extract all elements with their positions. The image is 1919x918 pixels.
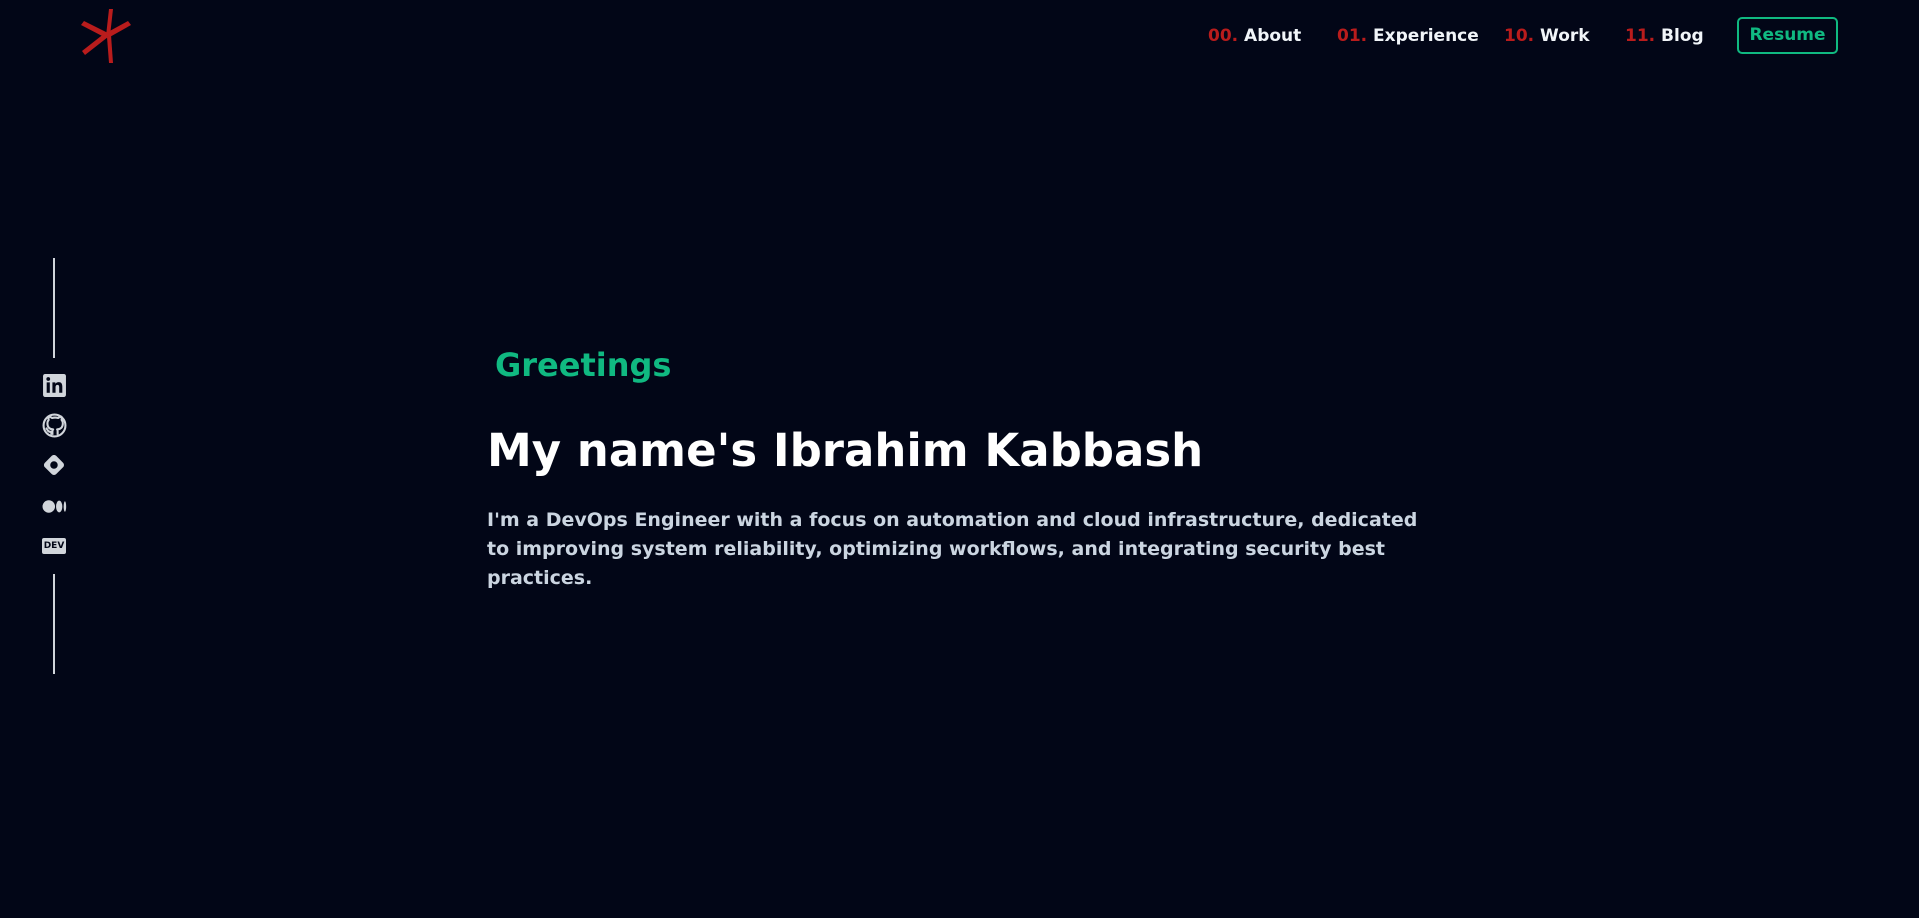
nav-number: 10. [1504,26,1535,46]
nav-item-experience[interactable]: 01. Experience [1337,26,1479,46]
asterisk-logo-icon[interactable] [79,7,133,63]
resume-button[interactable]: Resume [1737,17,1838,54]
linkedin-icon[interactable] [42,373,67,398]
hashnode-icon[interactable] [42,453,67,478]
nav-label: Experience [1373,26,1479,46]
nav-number: 01. [1337,26,1368,46]
dev-icon[interactable]: DEV [42,534,67,559]
social-divider-top [53,258,55,358]
nav-label: Work [1540,26,1590,46]
nav-label: About [1244,26,1302,46]
nav-item-about[interactable]: 00. About [1208,26,1301,46]
hero-greeting: Greetings [495,346,672,384]
nav-number: 11. [1625,26,1656,46]
nav-number: 00. [1208,26,1239,46]
nav-label: Blog [1661,26,1704,46]
social-divider-bottom [53,574,55,674]
dev-icon-label: DEV [42,538,66,554]
hero-title: My name's Ibrahim Kabbash [487,424,1204,477]
hero-description: I'm a DevOps Engineer with a focus on au… [487,509,1418,589]
nav-item-work[interactable]: 10. Work [1504,26,1590,46]
medium-icon[interactable] [42,494,67,519]
nav-item-blog[interactable]: 11. Blog [1625,26,1704,46]
github-icon[interactable] [42,413,67,438]
